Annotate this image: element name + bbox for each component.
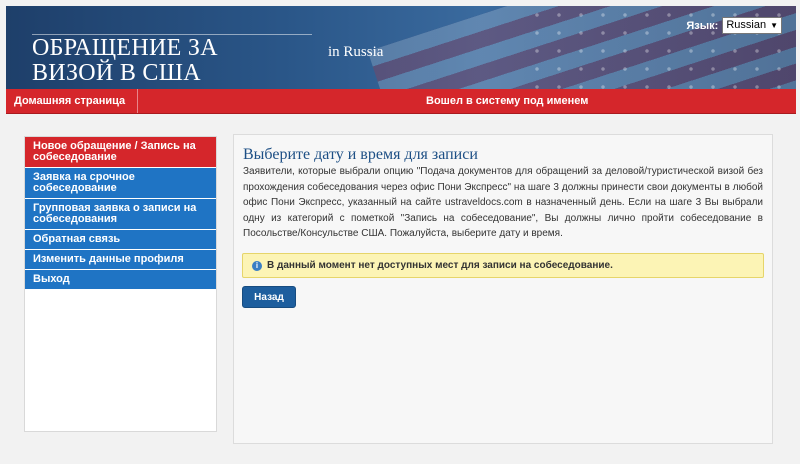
site-header: ОБРАЩЕНИЕ ЗА ВИЗОЙ В США in Russia Язык:… [6,6,796,89]
sidebar-menu: Новое обращение / Запись на собеседовани… [25,137,216,290]
page: ОБРАЩЕНИЕ ЗА ВИЗОЙ В США in Russia Язык:… [0,0,800,464]
language-value: Russian [726,19,767,31]
no-slots-alert: i В данный момент нет доступных мест для… [242,253,764,278]
sidebar-item-edit-profile[interactable]: Изменить данные профиля [25,250,216,270]
main-content-panel: Выберите дату и время для записи Заявите… [233,134,773,444]
sidebar-item-group-appointment[interactable]: Групповая заявка о записи на собеседован… [25,199,216,230]
sidebar-item-expedited-appointment[interactable]: Заявка на срочное собеседование [25,168,216,199]
sidebar-item-feedback[interactable]: Обратная связь [25,230,216,250]
site-title: ОБРАЩЕНИЕ ЗА ВИЗОЙ В США [32,35,218,86]
sidebar-item-logout[interactable]: Выход [25,270,216,290]
language-label: Язык: [686,19,719,32]
alert-text: В данный момент нет доступных мест для з… [267,260,613,271]
page-title: Выберите дату и время для записи [243,146,478,163]
language-dropdown[interactable]: Russian ▼ [722,17,782,34]
logged-in-status: Вошел в систему под именем [426,95,589,107]
language-selector: Язык: Russian ▼ [686,17,782,34]
triangle-down-icon: ▼ [770,21,778,30]
sidebar-item-new-application[interactable]: Новое обращение / Запись на собеседовани… [25,137,216,168]
back-button[interactable]: Назад [242,286,296,308]
top-nav-bar: Домашняя страница Вошел в систему под им… [6,89,796,114]
nav-home-link[interactable]: Домашняя страница [6,89,138,113]
sidebar: Новое обращение / Запись на собеседовани… [24,136,217,432]
site-country: in Russia [328,44,384,60]
page-description: Заявители, которые выбрали опцию "Подача… [243,166,763,240]
info-icon: i [252,260,262,271]
